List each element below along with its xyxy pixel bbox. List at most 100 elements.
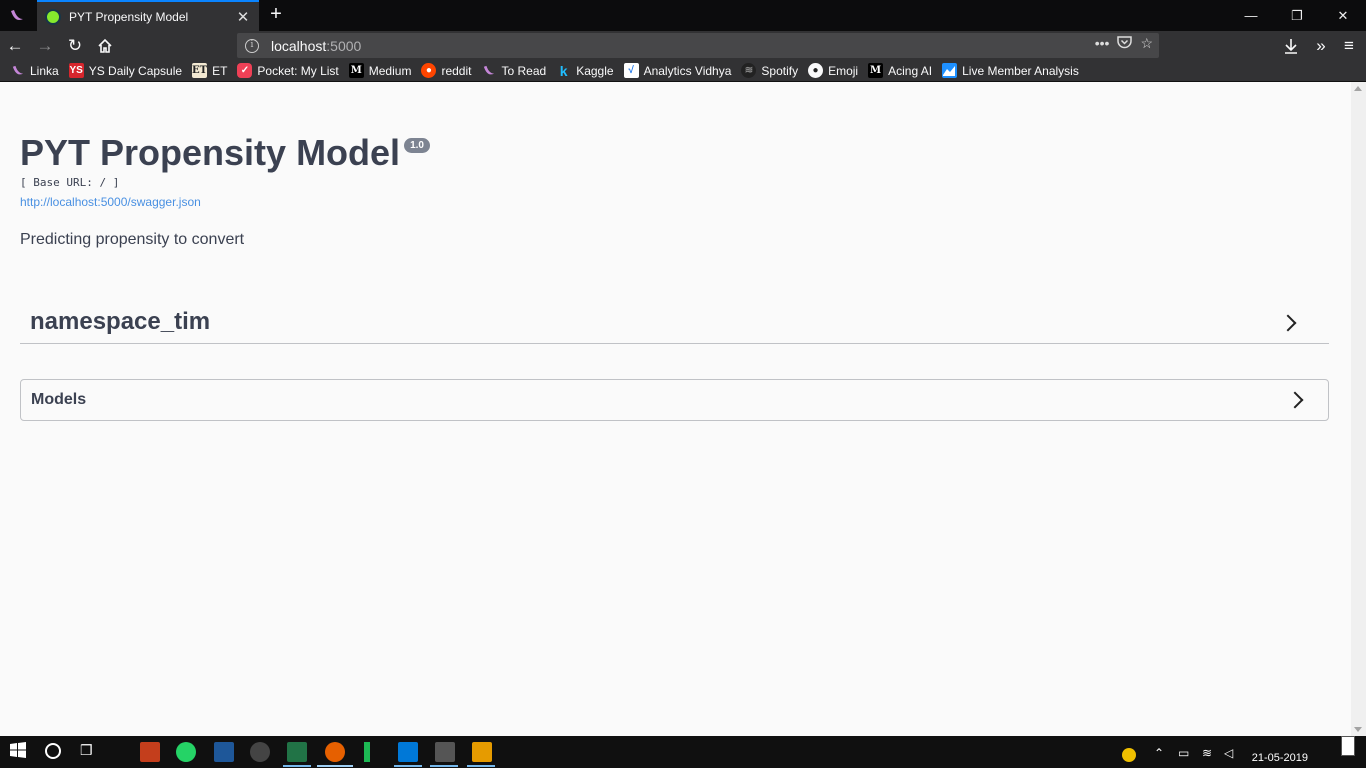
bookmark-star-icon[interactable]: ☆: [1140, 35, 1153, 52]
github-icon: ●: [808, 63, 824, 78]
bookmark-label: Medium: [368, 63, 412, 78]
running-indicator: [394, 765, 422, 767]
ys-icon: YS: [68, 63, 84, 78]
bookmark-label: Live Member Analysis: [962, 63, 1079, 78]
back-button[interactable]: ←: [2, 33, 28, 59]
linka-icon: [10, 63, 25, 78]
bookmark-analytics-vidhya[interactable]: √ Analytics Vidhya: [623, 63, 732, 78]
namespace-title: namespace_tim: [30, 308, 211, 335]
app-icon[interactable]: [398, 742, 418, 762]
bookmark-live-member-analysis[interactable]: Live Member Analysis: [942, 63, 1079, 78]
app-icon[interactable]: [250, 742, 270, 762]
overflow-chevron-icon[interactable]: »: [1308, 33, 1334, 59]
base-url: [ Base URL: / ]: [20, 176, 120, 189]
task-view-icon[interactable]: ❒: [80, 742, 100, 762]
analytics-icon: √: [623, 63, 639, 78]
bookmark-label: Linka: [30, 63, 59, 78]
windows-taskbar: ❒ ⌃ ▭ ≋ ◁ 21-05-2019: [0, 736, 1366, 768]
volume-icon[interactable]: ◁: [1224, 746, 1244, 766]
api-description: Predicting propensity to convert: [20, 231, 245, 248]
chevron-right-icon[interactable]: [1286, 391, 1304, 409]
tab-strip: PYT Propensity Model ✕ + — ❐ ✕: [0, 0, 1366, 31]
wifi-icon[interactable]: ≋: [1202, 746, 1222, 766]
models-section[interactable]: Models: [20, 379, 1329, 421]
downloads-icon[interactable]: [1278, 33, 1304, 59]
tab-close-icon[interactable]: ✕: [235, 8, 251, 26]
bookmark-spotify[interactable]: ≋ Spotify: [741, 63, 798, 78]
taskbar-date[interactable]: 21-05-2019: [1252, 752, 1308, 764]
swagger-json-link[interactable]: http://localhost:5000/swagger.json: [20, 195, 430, 209]
bookmark-medium[interactable]: M Medium: [348, 63, 412, 78]
site-info-icon[interactable]: i: [245, 38, 259, 53]
app-icon[interactable]: [435, 742, 455, 762]
restore-button[interactable]: ❐: [1274, 0, 1320, 31]
namespace-section[interactable]: namespace_tim: [20, 300, 1329, 344]
close-window-button[interactable]: ✕: [1320, 0, 1366, 31]
reddit-icon: ●: [421, 63, 437, 78]
swagger-page: PYT Propensity Model 1.0 [ Base URL: / ] …: [0, 82, 1351, 736]
navigation-toolbar: ← → ↻ i localhost:5000 ••• ☆ » ≡: [0, 31, 1366, 60]
new-tab-button[interactable]: +: [265, 3, 287, 27]
running-indicator: [283, 765, 311, 767]
bookmark-to-read[interactable]: To Read: [481, 63, 546, 78]
pocket-icon: ✓: [237, 63, 253, 78]
windows-start-icon[interactable]: [10, 742, 30, 762]
linka-extension-icon[interactable]: [0, 0, 34, 31]
api-info: PYT Propensity Model 1.0 [ Base URL: / ] …: [20, 132, 430, 249]
excel-icon[interactable]: [287, 742, 307, 762]
active-tab[interactable]: PYT Propensity Model ✕: [37, 0, 259, 31]
pocket-save-icon[interactable]: [1117, 35, 1133, 52]
app-icon[interactable]: [364, 742, 370, 762]
models-title: Models: [31, 391, 87, 408]
bookmark-kaggle[interactable]: k Kaggle: [556, 62, 614, 79]
bookmark-reddit[interactable]: ● reddit: [421, 63, 471, 78]
bookmark-label: ET: [212, 63, 228, 78]
minimize-button[interactable]: —: [1228, 0, 1274, 31]
swagger-favicon-icon: [45, 8, 61, 25]
cortana-icon[interactable]: [44, 742, 64, 762]
bookmark-label: YS Daily Capsule: [88, 63, 183, 78]
medium-icon: M: [348, 63, 364, 78]
battery-icon[interactable]: ▭: [1178, 746, 1198, 766]
address-bar[interactable]: i localhost:5000 ••• ☆: [237, 33, 1159, 58]
bookmark-pocket[interactable]: ✓ Pocket: My List: [237, 63, 339, 78]
app-icon[interactable]: [140, 742, 160, 762]
bookmark-emoji[interactable]: ● Emoji: [808, 63, 858, 78]
tab-title: PYT Propensity Model: [69, 9, 189, 24]
whatsapp-icon[interactable]: [176, 742, 196, 762]
app-icon[interactable]: [472, 742, 492, 762]
scroll-down-icon[interactable]: [1354, 727, 1362, 732]
spotify-icon: ≋: [741, 63, 757, 78]
firefox-icon[interactable]: [325, 742, 345, 762]
bookmark-et[interactable]: ET ET: [192, 63, 227, 78]
bookmark-label: Emoji: [828, 63, 859, 78]
bookmark-label: Acing AI: [888, 63, 933, 78]
bookmark-label: Analytics Vidhya: [643, 63, 732, 78]
notification-icon[interactable]: [1341, 736, 1355, 756]
kaggle-icon: k: [559, 62, 568, 79]
running-indicator: [317, 765, 353, 767]
scroll-up-icon[interactable]: [1354, 86, 1362, 91]
page-actions-icon[interactable]: •••: [1095, 35, 1110, 52]
version-badge: 1.0: [404, 138, 430, 153]
bookmark-label: To Read: [501, 63, 547, 78]
tray-icon[interactable]: ⌃: [1154, 746, 1174, 766]
tray-icon[interactable]: [1122, 748, 1136, 762]
page-scrollbar[interactable]: [1351, 82, 1366, 736]
running-indicator: [467, 765, 495, 767]
page-title: PYT Propensity Model: [20, 132, 401, 173]
hamburger-menu-icon[interactable]: ≡: [1336, 33, 1362, 59]
bookmark-linka[interactable]: Linka: [10, 63, 59, 78]
bookmark-acing-ai[interactable]: M Acing AI: [868, 63, 932, 78]
reload-button[interactable]: ↻: [62, 33, 88, 59]
bookmark-label: Spotify: [761, 63, 799, 78]
home-button[interactable]: [92, 33, 118, 59]
bookmark-ys-daily-capsule[interactable]: YS YS Daily Capsule: [68, 63, 183, 78]
chevron-right-icon[interactable]: [1279, 314, 1297, 332]
medium-icon: M: [868, 63, 884, 78]
forward-button[interactable]: →: [32, 33, 58, 59]
app-icon[interactable]: [214, 742, 234, 762]
url-port: :5000: [326, 37, 362, 54]
url-host: localhost: [271, 37, 327, 54]
bookmark-label: Pocket: My List: [257, 63, 339, 78]
